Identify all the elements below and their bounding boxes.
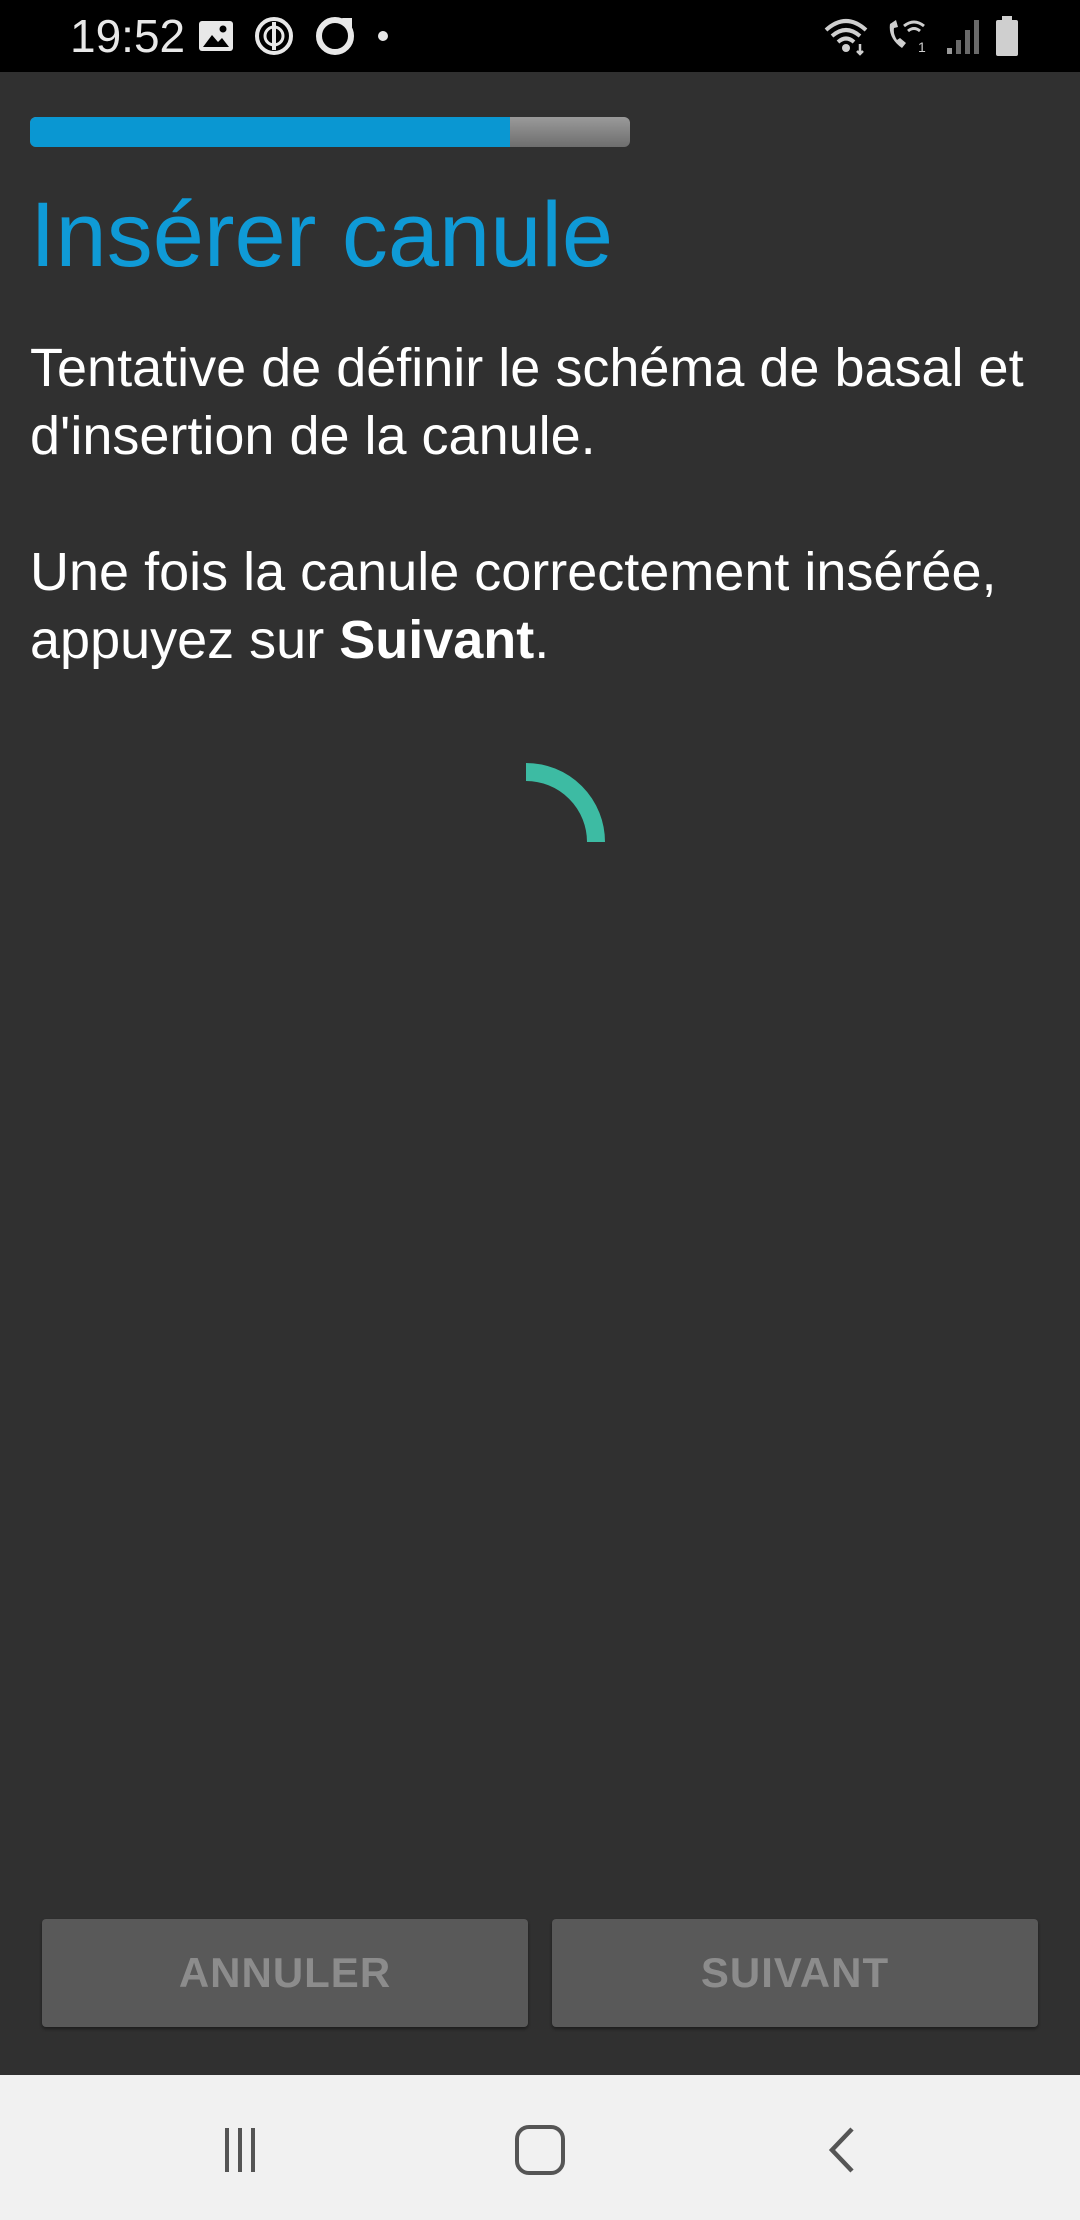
instruction-period: . (534, 610, 550, 670)
image-icon (198, 19, 234, 53)
battery-icon (994, 15, 1020, 57)
cancel-button[interactable]: ANNULER (42, 1919, 528, 2027)
status-right-icons: 1 (808, 14, 1020, 58)
status-left-icons (198, 14, 410, 58)
dot-icon (376, 29, 390, 43)
instruction-paragraph-2: Une fois la canule correctement insérée,… (30, 538, 1060, 674)
page-title: Insérer canule (30, 184, 613, 286)
back-icon[interactable] (808, 2115, 878, 2185)
loading-spinner (460, 762, 620, 922)
wizard-progress-fill (30, 117, 510, 147)
navigation-bar (0, 2075, 1080, 2220)
recents-icon[interactable] (205, 2115, 275, 2185)
home-icon[interactable] (505, 2115, 575, 2185)
ring-icon (314, 15, 356, 57)
instruction-paragraph-1: Tentative de définir le schéma de basal … (30, 338, 1024, 466)
wizard-screen: Insérer canule Tentative de définir le s… (0, 72, 1080, 2075)
svg-text:1: 1 (918, 39, 926, 55)
wizard-progress-bar (30, 117, 630, 147)
wifi-icon (822, 16, 870, 56)
status-time: 19:52 (70, 10, 186, 62)
instructions: Tentative de définir le schéma de basal … (30, 334, 1060, 674)
next-button[interactable]: SUIVANT (552, 1919, 1038, 2027)
status-bar: 19:52 1 (0, 0, 1080, 72)
signal-icon (946, 16, 980, 56)
instruction-next-keyword: Suivant (339, 610, 535, 670)
wifi-call-icon: 1 (884, 16, 932, 56)
sync-icon (254, 16, 294, 56)
